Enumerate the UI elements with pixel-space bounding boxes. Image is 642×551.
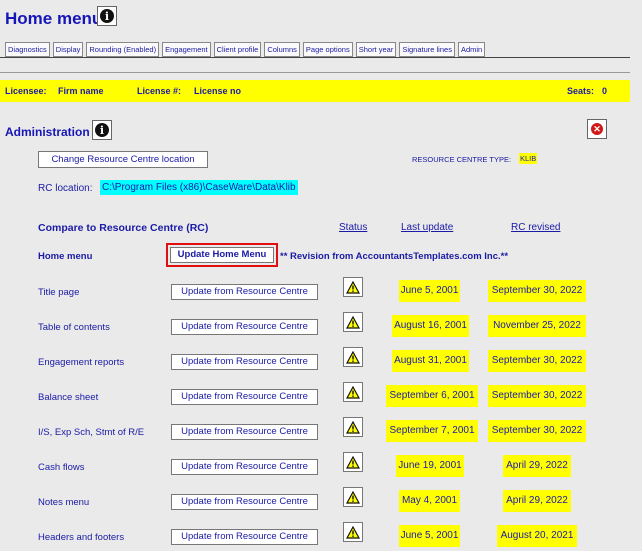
last-update-value: June 5, 2001	[399, 525, 460, 547]
divider	[0, 57, 630, 58]
home-info-button[interactable]: i	[97, 6, 117, 26]
rc-revised-value: April 29, 2022	[503, 455, 571, 477]
info-icon: i	[95, 123, 109, 137]
licensee-label: Licensee:	[5, 86, 47, 96]
close-icon: ✕	[591, 123, 603, 135]
close-button[interactable]: ✕	[587, 119, 607, 139]
update-home-menu-button[interactable]: Update Home Menu	[170, 247, 274, 263]
compare-title: Compare to Resource Centre (RC)	[38, 222, 209, 234]
last-update-value: September 6, 2001	[386, 385, 478, 407]
update-from-rc-button[interactable]: Update from Resource Centre	[171, 529, 318, 545]
update-home-menu-highlight: Update Home Menu	[166, 243, 278, 267]
status-button[interactable]	[343, 312, 363, 332]
row-label: I/S, Exp Sch, Stmt of R/E	[38, 427, 145, 438]
update-from-rc-button[interactable]: Update from Resource Centre	[171, 459, 318, 475]
row-label: Balance sheet	[38, 392, 99, 403]
admin-info-button[interactable]: i	[92, 120, 112, 140]
last-update-value: August 31, 2001	[392, 350, 469, 372]
rc-location-value: C:\Program Files (x86)\CaseWare\Data\Kli…	[100, 180, 298, 195]
rc-revised-value: September 30, 2022	[488, 420, 586, 442]
last-update-value: August 16, 2001	[392, 315, 469, 337]
last-update-value: May 4, 2001	[399, 490, 460, 512]
tab-page-options[interactable]: Page options	[302, 42, 353, 57]
rc-revised-value: April 29, 2022	[503, 490, 571, 512]
tab-short-year[interactable]: Short year	[355, 42, 397, 57]
licensee-value: Firm name	[58, 86, 104, 96]
rc-type-value: KLIB	[519, 153, 538, 164]
update-from-rc-button[interactable]: Update from Resource Centre	[171, 389, 318, 405]
rc-revised-value: September 30, 2022	[488, 280, 586, 302]
home-menu-label: Home menu	[38, 251, 93, 262]
tab-client-profile[interactable]: Client profile	[213, 42, 262, 57]
last-update-value: June 19, 2001	[396, 455, 464, 477]
change-rc-location-button[interactable]: Change Resource Centre location	[38, 151, 208, 168]
row-label: Headers and footers	[38, 532, 125, 543]
status-column-header: Status	[339, 222, 368, 233]
warning-icon	[346, 490, 360, 504]
warning-icon	[346, 455, 360, 469]
tab-display[interactable]: Display	[52, 42, 84, 57]
last-update-value: September 7, 2001	[386, 420, 478, 442]
license-bar: Licensee: Firm name License #: License n…	[0, 80, 630, 102]
tab-rounding-enabled[interactable]: Rounding (Enabled)	[86, 42, 160, 57]
update-from-rc-button[interactable]: Update from Resource Centre	[171, 424, 318, 440]
license-label: License #:	[137, 86, 182, 96]
rc-revised-value: November 25, 2022	[488, 315, 586, 337]
rc-revised-value: September 30, 2022	[488, 385, 586, 407]
row-label: Cash flows	[38, 462, 85, 473]
info-icon: i	[100, 9, 114, 23]
update-from-rc-button[interactable]: Update from Resource Centre	[171, 319, 318, 335]
row-label: Notes menu	[38, 497, 90, 508]
rc-type-label: RESOURCE CENTRE TYPE:	[412, 155, 512, 164]
row-label: Engagement reports	[38, 357, 125, 368]
status-button[interactable]	[343, 277, 363, 297]
tab-admin[interactable]: Admin	[457, 42, 486, 57]
warning-icon	[346, 280, 360, 294]
warning-icon	[346, 420, 360, 434]
row-label: Table of contents	[38, 322, 110, 333]
warning-icon	[346, 525, 360, 539]
update-from-rc-button[interactable]: Update from Resource Centre	[171, 494, 318, 510]
revision-note: ** Revision from AccountantsTemplates.co…	[280, 251, 509, 262]
seats-value: 0	[602, 86, 608, 96]
status-button[interactable]	[343, 347, 363, 367]
license-value: License no	[194, 86, 242, 96]
rc-revised-value: August 20, 2021	[497, 525, 577, 547]
tab-diagnostics[interactable]: Diagnostics	[5, 42, 50, 57]
divider	[0, 72, 630, 73]
rc-revised-column-header: RC revised	[511, 222, 561, 233]
rc-revised-value: September 30, 2022	[488, 350, 586, 372]
tab-bar: Diagnostics Display Rounding (Enabled) Enga…	[5, 42, 486, 57]
last-update-value: June 5, 2001	[399, 280, 460, 302]
status-button[interactable]	[343, 452, 363, 472]
status-button[interactable]	[343, 522, 363, 542]
administration-title: Administration	[5, 125, 90, 139]
update-from-rc-button[interactable]: Update from Resource Centre	[171, 354, 318, 370]
warning-icon	[346, 385, 360, 399]
page-title: Home menu	[5, 9, 103, 28]
seats-label: Seats:	[567, 86, 595, 96]
warning-icon	[346, 315, 360, 329]
warning-icon	[346, 350, 360, 364]
status-button[interactable]	[343, 487, 363, 507]
row-label: Title page	[38, 287, 80, 298]
status-button[interactable]	[343, 417, 363, 437]
update-from-rc-button[interactable]: Update from Resource Centre	[171, 284, 318, 300]
tab-signature-lines[interactable]: Signature lines	[399, 42, 455, 57]
rc-location-label: RC location:	[38, 183, 93, 194]
tab-engagement[interactable]: Engagement	[162, 42, 211, 57]
status-button[interactable]	[343, 382, 363, 402]
last-update-column-header: Last update	[401, 222, 454, 233]
tab-columns[interactable]: Columns	[264, 42, 300, 57]
